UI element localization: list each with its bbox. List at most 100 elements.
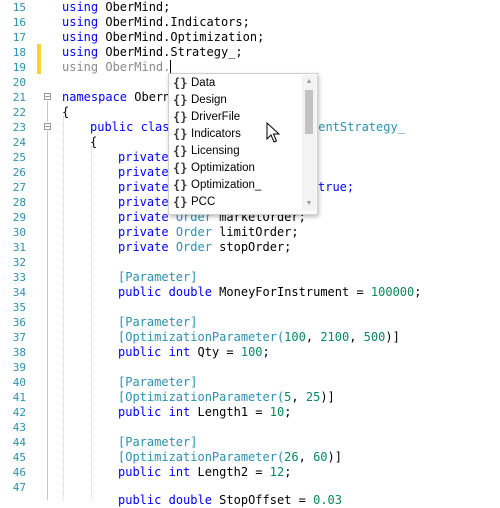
attribute: [OptimizationParameter( <box>118 330 285 344</box>
mouse-pointer-icon <box>266 122 280 143</box>
namespace-icon: {} <box>173 127 188 141</box>
namespace-icon: {} <box>173 110 188 124</box>
code-text: OberMind; <box>98 0 171 14</box>
line-number: 15 <box>12 1 26 14</box>
completion-item-label: PCC <box>191 196 216 208</box>
keyword: using <box>62 15 99 29</box>
line-number: 45 <box>12 451 26 464</box>
code-line: [OptimizationParameter(5, 25)] <box>118 390 335 404</box>
completion-scrollbar[interactable]: ▲ ▼ <box>302 75 316 211</box>
line-number: 23 <box>12 121 26 134</box>
completion-item[interactable]: {} PCC <box>171 194 301 211</box>
line-number: 35 <box>12 301 26 314</box>
keyword: true; <box>318 180 355 194</box>
line-number: 29 <box>12 211 26 224</box>
attribute: [OptimizationParameter( <box>118 450 285 464</box>
line-number: 25 <box>12 151 26 164</box>
namespace-icon: {} <box>173 195 188 209</box>
line-number: 20 <box>12 76 26 89</box>
completion-item-label: Optimization_ <box>191 179 262 191</box>
code-text: Obern <box>127 90 171 104</box>
keyword: private <box>118 225 169 239</box>
line-number: 33 <box>12 271 26 284</box>
code-line: private Order limitOrder; <box>118 225 299 240</box>
fold-toggle-class[interactable]: − <box>44 123 51 131</box>
completion-item[interactable]: {} Data <box>171 75 301 92</box>
caret <box>170 60 172 73</box>
line-number: 44 <box>12 436 26 449</box>
number-literal: 2100 <box>320 330 350 344</box>
code-text: )] <box>385 330 400 344</box>
namespace-icon: {} <box>173 93 188 107</box>
code-line: [OptimizationParameter(100, 2100, 500)] <box>118 330 400 344</box>
code-line-current[interactable]: using OberMind. <box>62 60 172 75</box>
completion-item[interactable]: {} Licensing <box>171 143 301 160</box>
type-name: Order <box>175 225 212 239</box>
scroll-down-icon[interactable]: ▼ <box>304 199 314 209</box>
fold-toggle-namespace[interactable]: − <box>44 93 51 101</box>
namespace-icon: {} <box>173 178 188 192</box>
scrollbar-thumb[interactable] <box>305 90 313 134</box>
code-line: public int Length2 = 12; <box>118 465 291 480</box>
number-literal: 12 <box>269 465 285 479</box>
namespace-icon: {} <box>173 76 188 90</box>
code-text: OberMind.Strategy_; <box>98 45 243 59</box>
attribute: [Parameter] <box>118 315 198 329</box>
keyword: public <box>118 465 162 479</box>
code-line: private <box>118 195 169 210</box>
keyword: public <box>90 120 134 134</box>
number-literal: 500 <box>363 330 386 344</box>
number-literal: 10 <box>269 405 285 419</box>
line-number: 22 <box>12 106 26 119</box>
line-number: 41 <box>12 391 26 404</box>
scroll-up-icon[interactable]: ▲ <box>304 77 314 87</box>
number-literal: 60 <box>313 450 328 464</box>
keyword: private <box>118 210 169 224</box>
code-line: public double StopOffset = 0.03 <box>118 493 342 508</box>
code-text: OberMind.Indicators; <box>98 15 250 29</box>
code-line: private <box>118 150 169 165</box>
code-editor[interactable]: − − 15 16 17 18 19 20 21 22 23 24 25 26 … <box>0 0 500 507</box>
code-line: private <box>118 180 169 195</box>
completion-item-label: Design <box>191 94 227 106</box>
line-number: 31 <box>12 241 26 254</box>
completion-item-label: DriverFile <box>191 111 241 123</box>
code-line: public int Qty = 100; <box>118 345 270 360</box>
code-text: ; <box>284 405 292 419</box>
number-literal: 100 <box>284 330 306 344</box>
attribute: [OptimizationParameter( <box>118 390 285 404</box>
line-number: 42 <box>12 406 26 419</box>
completion-item[interactable]: {} Design <box>171 92 301 109</box>
code-line: using OberMind.Optimization; <box>62 30 264 45</box>
code-line: { <box>90 135 98 149</box>
keyword: using <box>62 30 99 44</box>
completion-item[interactable]: {} Optimization_ <box>171 177 301 194</box>
code-text: stopOrder; <box>211 240 292 254</box>
completion-item[interactable]: {} Indicators <box>171 126 301 143</box>
line-number: 30 <box>12 226 26 239</box>
code-text: true; <box>318 180 354 195</box>
completion-item-label: Licensing <box>191 145 240 157</box>
completion-list[interactable]: {} Data {} Design {} DriverFile {} Indicator… <box>168 73 318 215</box>
completion-item[interactable]: {} DriverFile <box>171 109 301 126</box>
keyword: int <box>168 405 191 419</box>
code-line: namespace Obern <box>62 90 170 105</box>
line-number: 28 <box>12 196 26 209</box>
line-number: 18 <box>12 46 26 59</box>
line-number: 43 <box>12 421 26 434</box>
keyword: using <box>62 45 99 59</box>
code-text: Length2 = <box>190 465 270 479</box>
indent-guide <box>63 116 64 500</box>
number-literal: 25 <box>305 390 321 404</box>
code-text: ; <box>414 285 422 299</box>
code-line: using OberMind.Indicators; <box>62 15 250 30</box>
line-number: 47 <box>12 481 26 494</box>
code-line: public int Length1 = 10; <box>118 405 291 420</box>
keyword: int <box>168 345 191 359</box>
completion-item-label: Indicators <box>191 128 241 140</box>
completion-item[interactable]: {} Optimization <box>171 160 301 177</box>
line-number: 32 <box>12 256 26 269</box>
code-line: public double MoneyForInstrument = 10000… <box>118 285 422 300</box>
attribute: [Parameter] <box>118 435 198 449</box>
code-text: OberMind.Optimization; <box>98 30 265 44</box>
